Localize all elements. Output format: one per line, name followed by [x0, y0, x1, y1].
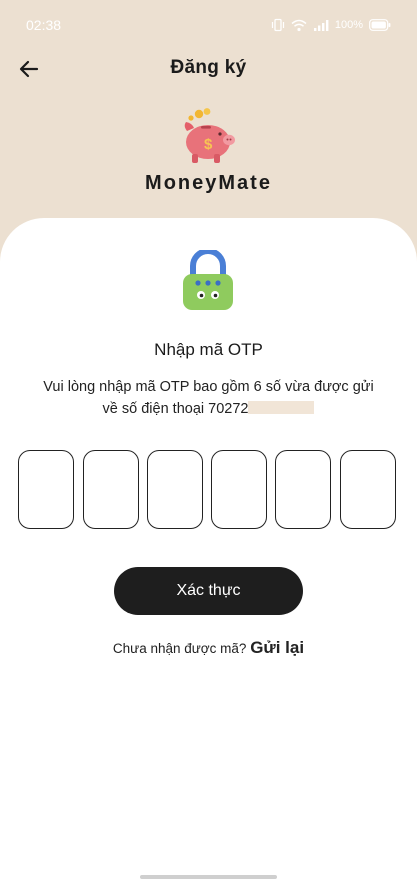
redacted-phone [248, 401, 315, 414]
svg-text:$: $ [204, 136, 213, 153]
otp-digit-6[interactable] [340, 450, 396, 529]
resend-prompt: Chưa nhận được mã? [112, 641, 247, 656]
otp-digit-5[interactable] [275, 450, 331, 529]
otp-digit-1[interactable] [18, 450, 74, 529]
otp-description: Vui lòng nhập mã OTP bao gồm 6 số vừa đư… [16, 376, 401, 420]
lock-icon [181, 248, 235, 312]
battery-percent: 100% [334, 19, 363, 31]
otp-description-line2: về số điện thoại 70272 [102, 401, 249, 417]
otp-description-line2-wrap: về số điện thoại 70272 [16, 398, 401, 420]
vibrate-icon [271, 18, 285, 32]
verify-button[interactable]: Xác thực [114, 567, 303, 615]
home-indicator[interactable] [140, 875, 277, 879]
otp-digit-2[interactable] [83, 450, 139, 529]
otp-card [0, 218, 417, 880]
status-icons: 100% [271, 18, 391, 32]
header: Đăng ký [0, 48, 417, 90]
piggy-bank-icon: $ [178, 106, 240, 168]
brand-name: MoneyMate [145, 172, 272, 194]
signal-icon [313, 19, 329, 32]
page-title: Đăng ký [170, 57, 247, 78]
otp-digit-4[interactable] [211, 450, 267, 529]
status-bar: 02:38 100% [0, 0, 417, 50]
otp-description-line1: Vui lòng nhập mã OTP bao gồm 6 số vừa đư… [43, 379, 374, 395]
status-time: 02:38 [26, 17, 62, 33]
otp-digit-3[interactable] [147, 450, 203, 529]
resend-line: Chưa nhận được mã? Gửi lại [0, 638, 417, 658]
otp-title: Nhập mã OTP [154, 340, 263, 359]
wifi-icon [291, 19, 307, 32]
battery-icon [369, 19, 391, 31]
resend-link[interactable]: Gửi lại [250, 638, 304, 657]
